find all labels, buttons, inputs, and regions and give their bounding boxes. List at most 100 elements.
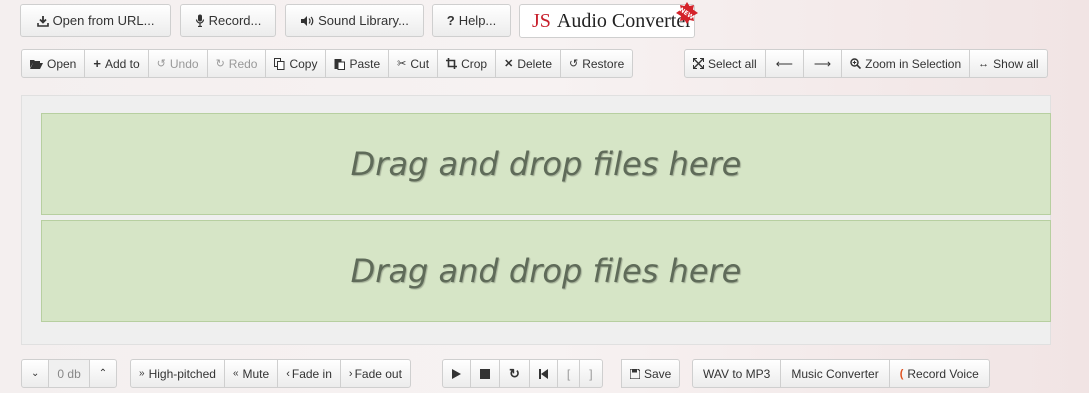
open-label: Open	[47, 56, 77, 71]
edit-toolbar: Open + Add to ↺ Undo ↻ Redo Copy Paste ✂…	[21, 49, 634, 78]
record-voice-label: Record Voice	[907, 366, 979, 381]
waveform-panel: Drag and drop files here Drag and drop f…	[21, 95, 1051, 345]
folder-open-icon	[30, 59, 43, 69]
fade-out-button[interactable]: › Fade out	[339, 359, 411, 388]
cut-label: Cut	[410, 56, 430, 71]
volume-down-button[interactable]: ⌄	[21, 359, 50, 388]
high-pitched-button[interactable]: » High-pitched	[130, 359, 225, 388]
crop-icon	[446, 58, 458, 69]
sound-library-label: Sound Library...	[318, 13, 409, 28]
cut-button[interactable]: ✂ Cut	[388, 49, 439, 78]
selection-toolbar: Select all ⟵ ⟶ Zoom in Selection ↔ Show …	[684, 49, 1048, 78]
double-up-icon: »	[139, 368, 145, 379]
volume-up-button[interactable]: ⌃	[88, 359, 118, 388]
chevron-down-icon: ⌄	[31, 368, 40, 379]
show-all-label: Show all	[993, 56, 1039, 71]
selection-start-button[interactable]: [	[556, 359, 581, 388]
selection-end-button[interactable]: ]	[579, 359, 603, 388]
zoom-selection-button[interactable]: Zoom in Selection	[841, 49, 971, 78]
logo-js: JS	[532, 9, 551, 32]
play-button[interactable]	[442, 359, 471, 388]
sound-library-button[interactable]: Sound Library...	[285, 4, 424, 37]
chevron-up-icon: ⌃	[98, 368, 108, 379]
undo-button[interactable]: ↺ Undo	[147, 49, 208, 78]
step-backward-icon	[538, 368, 548, 379]
paste-icon	[334, 58, 346, 70]
stop-icon	[480, 368, 490, 379]
fade-out-label: Fade out	[354, 366, 402, 381]
fade-in-button[interactable]: ‹ Fade in	[277, 359, 341, 388]
delete-button[interactable]: ✕ Delete	[495, 49, 561, 78]
arrow-left-icon: ⟵	[775, 56, 793, 71]
rewind-button[interactable]	[528, 359, 558, 388]
undo-icon: ↺	[156, 58, 166, 70]
question-icon: ?	[446, 13, 455, 28]
close-icon: ✕	[504, 58, 514, 70]
repeat-button[interactable]: ↻	[499, 359, 530, 388]
stop-button[interactable]	[470, 359, 500, 388]
undo-label: Undo	[169, 56, 199, 71]
expand-icon	[693, 58, 704, 69]
crop-button[interactable]: Crop	[437, 49, 497, 78]
record-button[interactable]: Record...	[180, 4, 276, 37]
open-from-url-button[interactable]: Open from URL...	[20, 4, 171, 37]
effects-toolbar: » High-pitched « Mute ‹ Fade in › Fade o…	[130, 359, 411, 388]
mute-button[interactable]: « Mute	[223, 359, 279, 388]
logo-name: Audio Converter	[556, 9, 692, 32]
open-from-url-label: Open from URL...	[52, 13, 155, 28]
music-converter-button[interactable]: Music Converter	[780, 359, 890, 388]
app-logo: JS Audio Converter NEW	[519, 2, 698, 38]
paste-button[interactable]: Paste	[325, 49, 390, 78]
new-badge-icon: NEW	[676, 2, 698, 24]
wav-to-mp3-button[interactable]: WAV to MP3	[692, 359, 782, 388]
add-to-button[interactable]: + Add to	[84, 49, 149, 78]
history-icon: ↺	[569, 58, 579, 70]
double-down-icon: «	[232, 368, 239, 379]
arrow-right-icon: ⟶	[813, 56, 832, 71]
save-label: Save	[644, 366, 672, 381]
copy-button[interactable]: Copy	[265, 49, 327, 78]
add-to-label: Add to	[104, 56, 140, 71]
record-voice-button[interactable]: ( Record Voice	[888, 359, 990, 388]
save-button[interactable]: Save	[621, 359, 681, 388]
download-icon	[36, 15, 49, 27]
scissors-icon: ✂	[397, 58, 407, 70]
copy-label: Copy	[289, 56, 318, 71]
paste-label: Paste	[349, 56, 381, 71]
angle-right-icon: ›	[348, 367, 353, 380]
playback-toolbar: ↻ [ ]	[442, 359, 603, 388]
open-button[interactable]: Open	[21, 49, 86, 78]
crop-label: Crop	[461, 56, 488, 71]
help-label: Help...	[458, 13, 497, 28]
redo-button[interactable]: ↻ Redo	[206, 49, 267, 78]
volume-control: ⌄ 0 db ⌃	[21, 359, 118, 388]
volume-value: 0 db	[48, 359, 90, 388]
move-left-button[interactable]: ⟵	[764, 49, 804, 78]
select-all-button[interactable]: Select all	[684, 49, 766, 78]
fade-in-label: Fade in	[291, 366, 332, 381]
save-group: Save	[621, 359, 681, 388]
mute-label: Mute	[242, 366, 270, 381]
high-pitched-label: High-pitched	[148, 366, 216, 381]
record-label: Record...	[208, 13, 262, 28]
play-icon	[452, 368, 461, 379]
floppy-icon	[630, 368, 640, 379]
help-button[interactable]: ? Help...	[432, 4, 511, 37]
arrows-horizontal-icon: ↔	[978, 57, 990, 70]
restore-button[interactable]: ↺ Restore	[560, 49, 634, 78]
show-all-button[interactable]: ↔ Show all	[969, 49, 1048, 78]
angle-left-icon: ‹	[286, 367, 290, 380]
links-toolbar: WAV to MP3 Music Converter ( Record Voic…	[692, 359, 990, 388]
delete-label: Delete	[517, 56, 552, 71]
record-voice-icon: (	[899, 367, 904, 380]
restore-label: Restore	[582, 56, 625, 71]
select-all-label: Select all	[708, 56, 757, 71]
microphone-icon	[195, 14, 205, 27]
zoom-selection-label: Zoom in Selection	[865, 56, 962, 71]
drop-zone-2[interactable]: Drag and drop files here	[41, 220, 1051, 322]
zoom-in-icon	[850, 58, 862, 69]
redo-label: Redo	[228, 56, 258, 71]
repeat-icon: ↻	[509, 365, 520, 381]
drop-zone-1[interactable]: Drag and drop files here	[41, 113, 1051, 215]
move-right-button[interactable]: ⟶	[802, 49, 843, 78]
